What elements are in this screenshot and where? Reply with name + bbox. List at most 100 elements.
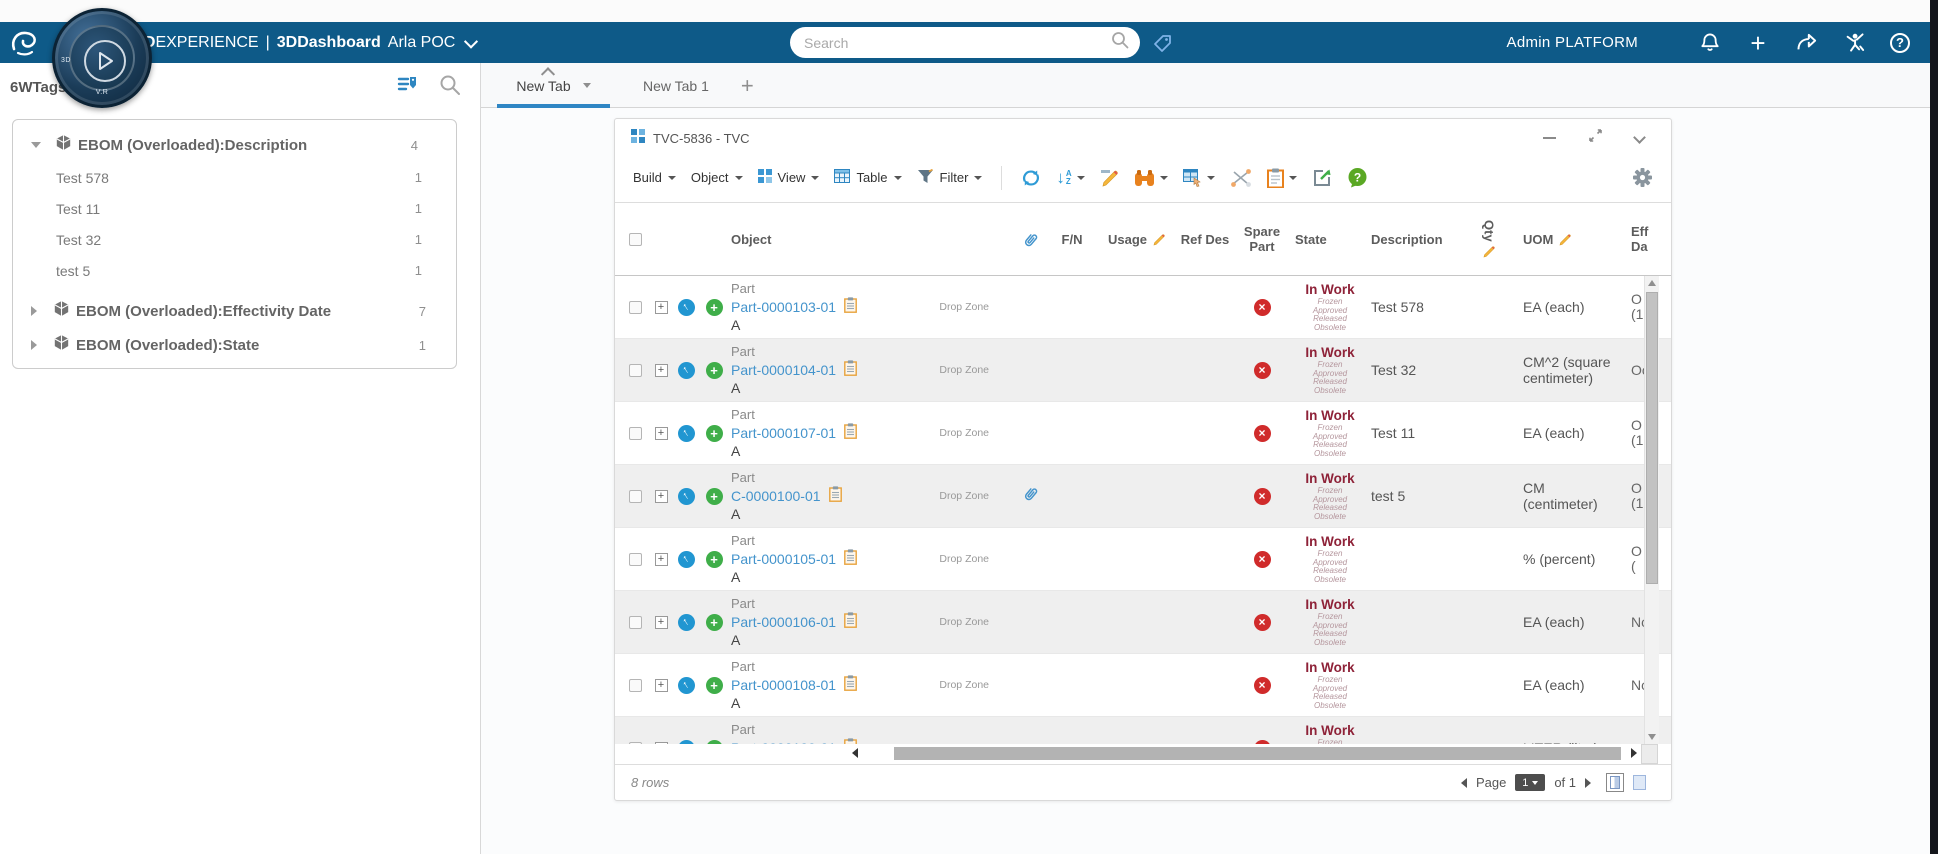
row-checkbox[interactable] — [629, 679, 642, 692]
navigate-icon[interactable]: ↑ — [678, 551, 695, 568]
next-page-icon[interactable] — [1585, 778, 1591, 788]
settings-gear-icon[interactable] — [1632, 167, 1653, 188]
add-tab-icon[interactable]: + — [741, 73, 754, 99]
help-icon[interactable]: ? — [1890, 33, 1910, 53]
edit-icon[interactable] — [1100, 168, 1119, 187]
col-refdes[interactable]: Ref Des — [1177, 232, 1233, 247]
vertical-scrollbar-thumb[interactable] — [1646, 292, 1658, 584]
expand-toggle-icon[interactable]: + — [655, 427, 668, 440]
navigate-icon[interactable]: ↑ — [678, 677, 695, 694]
drop-zone[interactable]: Drop Zone — [939, 679, 989, 691]
drop-zone[interactable]: Drop Zone — [939, 301, 989, 313]
select-all-checkbox[interactable] — [629, 233, 642, 246]
tag-icon[interactable] — [1152, 32, 1174, 59]
navigate-icon[interactable]: ↑ — [678, 425, 695, 442]
user-label[interactable]: Admin PLATFORM — [1507, 34, 1638, 51]
spare-part-no-icon[interactable]: × — [1254, 299, 1271, 316]
drop-zone[interactable]: Drop Zone — [939, 490, 989, 502]
maximize-icon[interactable] — [1588, 128, 1603, 148]
tag-item[interactable]: Test 578 1 — [13, 162, 456, 193]
navigate-icon[interactable]: ↑ — [678, 299, 695, 316]
chevron-down-icon[interactable] — [466, 38, 476, 48]
object-link[interactable]: Part-0000103-01 — [731, 299, 836, 316]
row-checkbox[interactable] — [629, 490, 642, 503]
drop-zone[interactable]: Drop Zone — [939, 553, 989, 565]
add-child-icon[interactable]: + — [706, 614, 723, 631]
paperclip-icon[interactable] — [1023, 485, 1038, 507]
prev-page-icon[interactable] — [1461, 778, 1467, 788]
spare-part-no-icon[interactable]: × — [1254, 677, 1271, 694]
col-attachment[interactable] — [1013, 231, 1047, 248]
structure-browser-icon[interactable] — [844, 360, 857, 380]
vertical-scrollbar[interactable] — [1644, 276, 1659, 744]
row-checkbox[interactable] — [629, 301, 642, 314]
horizontal-scrollbar[interactable] — [615, 744, 1671, 764]
menu-view[interactable]: View — [758, 169, 820, 186]
add-child-icon[interactable]: + — [706, 488, 723, 505]
single-page-view-icon[interactable] — [1606, 773, 1624, 792]
spare-part-no-icon[interactable]: × — [1254, 362, 1271, 379]
drop-zone[interactable]: Drop Zone — [939, 427, 989, 439]
structure-browser-icon[interactable] — [829, 486, 842, 506]
spare-part-no-icon[interactable]: × — [1254, 488, 1271, 505]
tab-new-tab[interactable]: New Tab — [497, 63, 610, 108]
tag-group-header[interactable]: EBOM (Overloaded):State 1 — [13, 328, 456, 362]
3dcompass[interactable]: 3D V.R — [52, 8, 152, 108]
object-link[interactable]: Part-0000107-01 — [731, 425, 836, 442]
all-pages-view-icon[interactable] — [1633, 775, 1646, 790]
expand-toggle-icon[interactable]: + — [655, 553, 668, 566]
expand-toggle-icon[interactable]: + — [655, 364, 668, 377]
sort-icon[interactable]: ↓AZ — [1056, 170, 1084, 186]
tag-item[interactable]: test 5 1 — [13, 255, 456, 286]
drop-zone[interactable]: Drop Zone — [939, 364, 989, 376]
col-state[interactable]: State — [1291, 232, 1369, 247]
col-description[interactable]: Description — [1369, 232, 1469, 247]
dashboard-context[interactable]: Arla POC — [388, 34, 456, 52]
add-child-icon[interactable]: + — [706, 425, 723, 442]
object-link[interactable]: Part-0000108-01 — [731, 677, 836, 694]
expand-toggle-icon[interactable]: + — [655, 490, 668, 503]
sidebar-search-icon[interactable] — [438, 73, 462, 102]
col-usage[interactable]: Usage — [1097, 232, 1177, 247]
add-content-icon[interactable]: + — [1746, 31, 1770, 55]
clipboard-icon[interactable] — [1267, 168, 1297, 188]
col-spare-part[interactable]: Spare Part — [1233, 224, 1291, 254]
spare-part-no-icon[interactable]: × — [1254, 425, 1271, 442]
search-input[interactable] — [804, 35, 1110, 51]
global-search[interactable] — [790, 27, 1140, 58]
scroll-right-icon[interactable] — [1631, 748, 1637, 758]
row-checkbox[interactable] — [629, 553, 642, 566]
row-checkbox[interactable] — [629, 616, 642, 629]
tab-new-tab-1[interactable]: New Tab 1 — [637, 63, 715, 108]
export-icon[interactable] — [1312, 168, 1332, 188]
add-child-icon[interactable]: + — [706, 677, 723, 694]
disconnect-icon[interactable] — [1230, 168, 1252, 188]
notifications-icon[interactable] — [1698, 31, 1722, 55]
col-uom[interactable]: UOM — [1509, 232, 1613, 247]
tag-item[interactable]: Test 11 1 — [13, 193, 456, 224]
spare-part-no-icon[interactable]: × — [1254, 551, 1271, 568]
object-link[interactable]: Part-0000106-01 — [731, 614, 836, 631]
structure-browser-icon[interactable] — [844, 612, 857, 632]
structure-browser-icon[interactable] — [844, 423, 857, 443]
menu-table[interactable]: Table — [834, 169, 901, 186]
add-child-icon[interactable]: + — [706, 362, 723, 379]
compass-play-icon[interactable] — [84, 40, 126, 82]
horizontal-scrollbar-thumb[interactable] — [894, 747, 1621, 760]
col-fn[interactable]: F/N — [1047, 232, 1097, 247]
col-eff-date[interactable]: Eff Da — [1613, 224, 1657, 254]
tag-filter-icon[interactable] — [396, 73, 420, 102]
add-child-icon[interactable]: + — [706, 551, 723, 568]
spare-part-no-icon[interactable]: × — [1254, 614, 1271, 631]
expand-toggle-icon[interactable]: + — [655, 679, 668, 692]
structure-browser-icon[interactable] — [844, 549, 857, 569]
tag-group-header[interactable]: EBOM (Overloaded):Effectivity Date 7 — [13, 294, 456, 328]
expand-toggle-icon[interactable]: + — [655, 301, 668, 314]
navigate-icon[interactable]: ↑ — [678, 488, 695, 505]
help-bubble-icon[interactable]: ? — [1347, 167, 1368, 188]
refresh-icon[interactable] — [1021, 168, 1041, 188]
drop-zone[interactable]: Drop Zone — [939, 616, 989, 628]
find-icon[interactable] — [1134, 169, 1168, 187]
row-checkbox[interactable] — [629, 364, 642, 377]
collaboration-icon[interactable] — [1842, 31, 1866, 55]
